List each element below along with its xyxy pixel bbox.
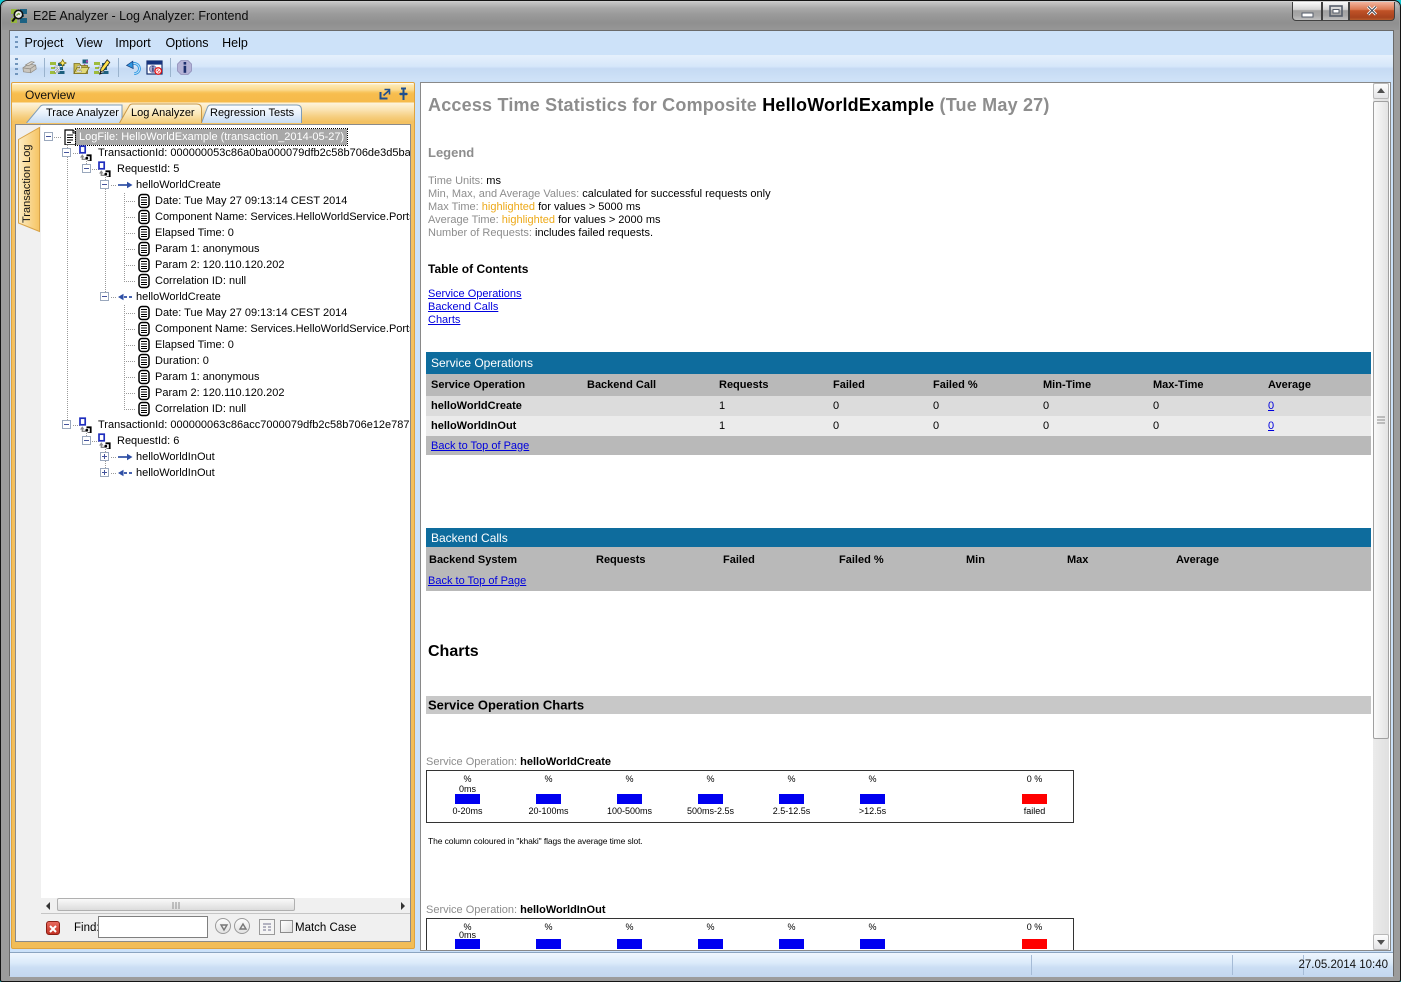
svg-text:2: 2 xyxy=(77,64,82,75)
svg-text:2: 2 xyxy=(54,63,60,75)
